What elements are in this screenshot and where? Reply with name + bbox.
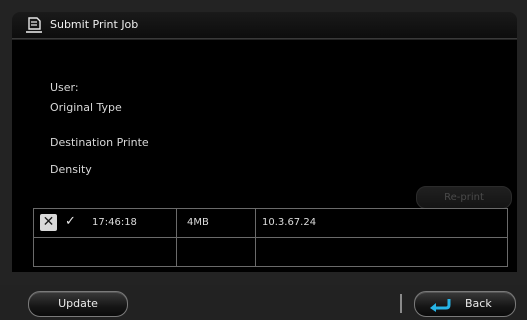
user-label: User: [50,81,79,94]
table-row[interactable]: ✕ ✓ 17:46:18 4MB 10.3.67.24 [34,209,507,238]
checkmark-icon: ✓ [65,214,76,229]
back-label: Back [465,297,492,310]
column-divider [176,209,177,237]
job-address: 10.3.67.24 [262,217,317,228]
back-arrow-icon [430,299,451,312]
job-size: 4MB [187,217,209,228]
close-icon[interactable]: ✕ [40,214,57,231]
bottom-bar: Update Back [0,285,527,320]
density-label: Density [50,163,92,176]
print-job-icon [26,17,42,33]
table-row[interactable] [34,238,507,266]
job-time: 17:46:18 [92,217,137,228]
update-button[interactable]: Update [28,291,128,317]
divider [400,294,402,313]
back-button[interactable]: Back [414,291,516,317]
original-type-label: Original Type [50,101,122,114]
title-bar: Submit Print Job [12,12,517,39]
window-title: Submit Print Job [50,18,139,31]
job-details-panel: User: Original Type Destination Printe D… [12,40,517,272]
print-job-table: ✕ ✓ 17:46:18 4MB 10.3.67.24 [33,208,508,267]
column-divider [255,209,256,237]
reprint-button[interactable]: Re-print [416,186,512,209]
destination-printer-label: Destination Printe [50,136,149,149]
submit-print-job-screen: Submit Print Job User: Original Type Des… [0,0,527,320]
column-divider [176,238,177,266]
column-divider [255,238,256,266]
